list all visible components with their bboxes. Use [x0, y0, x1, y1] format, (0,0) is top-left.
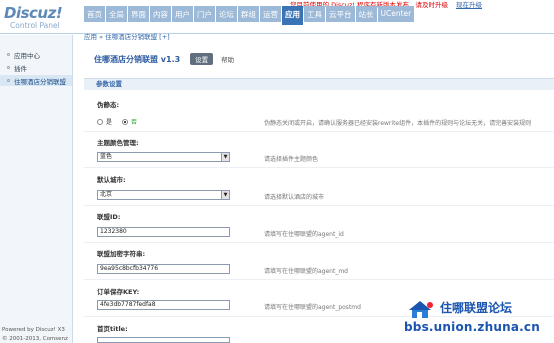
copyright: © 2001-2013, Comsenz Inc. [2, 336, 68, 342]
upgrade-link[interactable]: 现在升级 [456, 0, 482, 9]
nav-tab-0[interactable]: 首页 [84, 6, 105, 22]
postmd-hint: 请填写在住哪联盟的agent_postmd [264, 304, 361, 311]
agent-id-hint: 请填写在住哪联盟的agent_id [264, 231, 344, 238]
nav-tab-9[interactable]: 应用 [282, 6, 303, 25]
nav-tab-8[interactable]: 运营 [260, 6, 281, 22]
nav-tab-5[interactable]: 门户 [194, 6, 215, 22]
sidebar: 应用中心 插件 住哪酒店分销联盟 Powered by Discuz! X3 ©… [0, 35, 73, 343]
agent-md-input[interactable]: 9ea95c8bcfb34776 [97, 264, 230, 274]
radio-no-label: 否 [131, 119, 138, 126]
logo[interactable]: Discuz! Control Panel [4, 4, 80, 30]
agent-md-hint: 请填写在住哪联盟的agent_md [264, 268, 348, 275]
settings-button[interactable]: 设置 [190, 53, 214, 65]
nav-tab-7[interactable]: 群组 [238, 6, 259, 22]
city-hint: 请选择默认酒店的城市 [264, 194, 325, 201]
rewrite-hint: 伪静态关闭或开启，请确认服务器已经安装rewrite组件，本插件的规则与论坛无关… [264, 120, 532, 127]
radio-yes-label: 是 [106, 119, 113, 126]
agent-id-label: 联盟ID: [97, 213, 121, 221]
nav-tab-12[interactable]: 站长 [355, 6, 377, 22]
sidebar-item-label: 住哪酒店分销联盟 [14, 77, 66, 86]
radio-yes[interactable] [97, 118, 103, 125]
divider [84, 205, 554, 206]
nav-tab-4[interactable]: 用户 [172, 6, 193, 22]
rewrite-label: 伪静态: [97, 101, 120, 109]
nav-tab-13[interactable]: UCenter [377, 6, 415, 22]
nav-tab-3[interactable]: 内容 [150, 6, 171, 22]
help-link[interactable]: 帮助 [221, 54, 234, 64]
sidebar-item-label: 插件 [14, 64, 27, 73]
nav-tab-6[interactable]: 论坛 [216, 6, 237, 22]
chevron-down-icon: ▼ [221, 153, 229, 161]
watermark-url: bbs.union.zhuna.cn [404, 320, 540, 334]
logo-subtitle: Control Panel [10, 21, 60, 30]
sidebar-item-plugins[interactable]: 插件 [0, 62, 72, 73]
color-select[interactable]: 蓝色 ▼ [97, 152, 230, 162]
header: Discuz! Control Panel 您目前使用的 Discuz! 程序有… [0, 0, 554, 34]
sidebar-footer: Powered by Discuz! X3 © 2001-2013, Comse… [2, 326, 72, 343]
color-select-value: 蓝色 [100, 153, 113, 160]
bullet-icon [7, 53, 10, 56]
rewrite-radio-group: 是 否 [97, 117, 137, 126]
watermark-title: 住哪联盟论坛 [440, 301, 513, 315]
zhuna-logo-icon [409, 301, 433, 318]
plugin-title-row: 住哪酒店分销联盟 v1.3 设置 帮助 [94, 53, 234, 65]
bullet-icon [7, 79, 10, 82]
breadcrumb[interactable]: 应用 » 住哪酒店分销联盟 [+] [84, 31, 170, 41]
home-title-input[interactable] [97, 337, 230, 343]
logo-text: Discuz! [4, 4, 63, 22]
color-label: 主题颜色管理: [97, 139, 139, 147]
city-select[interactable]: 北京 ▼ [97, 190, 230, 200]
powered-by: Powered by Discuz! X3 [2, 327, 65, 333]
divider [84, 131, 554, 132]
divider [84, 242, 554, 243]
nav-tab-11[interactable]: 云平台 [326, 6, 355, 22]
radio-no[interactable] [122, 118, 129, 125]
nav-tab-1[interactable]: 全局 [106, 6, 127, 22]
page-title: 住哪酒店分销联盟 v1.3 [94, 54, 181, 64]
divider [84, 279, 554, 280]
bullet-icon [7, 66, 10, 69]
nav-tab-10[interactable]: 工具 [304, 6, 325, 22]
sidebar-item-zhuna-union[interactable]: 住哪酒店分销联盟 [0, 75, 72, 86]
top-nav: 首页 全局 界面 内容 用户 门户 论坛 群组 运营 应用 工具 云平台 站长 UCenter [84, 6, 415, 25]
divider [84, 167, 554, 168]
postmd-input[interactable]: 4fe3db7787fedfa8 [97, 300, 230, 310]
city-label: 默认城市: [97, 176, 126, 184]
sidebar-item-app-center[interactable]: 应用中心 [0, 49, 72, 60]
agent-md-label: 联盟加密字符串: [97, 250, 146, 258]
home-title-label: 首页title: [97, 325, 128, 333]
postmd-label: 订单保存KEY: [97, 288, 140, 296]
city-select-value: 北京 [100, 191, 113, 198]
color-hint: 请选择插件主题颜色 [264, 156, 319, 163]
watermark: 住哪联盟论坛 bbs.union.zhuna.cn [404, 296, 554, 343]
nav-tab-2[interactable]: 界面 [128, 6, 149, 22]
agent-id-input[interactable]: 1232380 [97, 227, 230, 237]
chevron-down-icon: ▼ [221, 191, 229, 199]
section-header: 参数设置 [84, 78, 554, 90]
sidebar-item-label: 应用中心 [14, 51, 40, 60]
